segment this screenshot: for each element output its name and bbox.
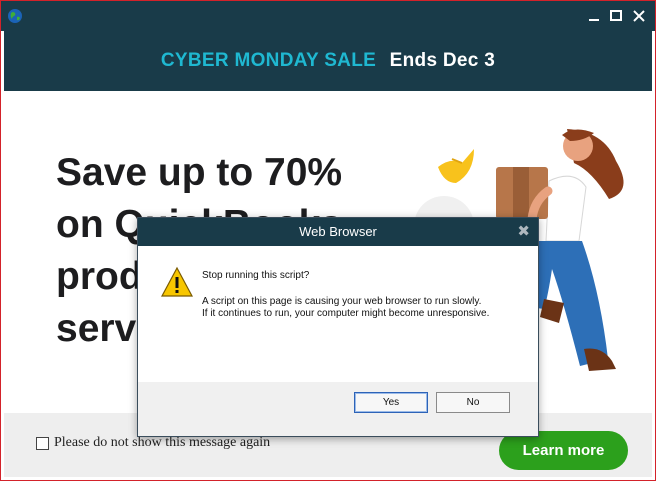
maximize-icon[interactable] bbox=[608, 8, 624, 24]
yes-button[interactable]: Yes bbox=[354, 392, 428, 413]
globe-icon bbox=[8, 9, 22, 23]
script-warning-dialog: Web Browser ✖ Stop running this script? … bbox=[137, 217, 539, 437]
minimize-icon[interactable] bbox=[586, 8, 602, 24]
dont-show-checkbox[interactable] bbox=[36, 436, 49, 450]
title-bar bbox=[1, 1, 655, 31]
dialog-body: Stop running this script? A script on th… bbox=[138, 246, 538, 382]
dialog-question: Stop running this script? bbox=[202, 270, 310, 281]
no-button[interactable]: No bbox=[436, 392, 510, 413]
warning-icon bbox=[160, 266, 194, 297]
sale-end-text: Ends Dec 3 bbox=[389, 50, 496, 71]
dialog-line-1: A script on this page is causing your we… bbox=[202, 296, 482, 307]
sale-banner: CYBER MONDAY SALE Ends Dec 3 bbox=[4, 31, 652, 91]
dialog-line-2: If it continues to run, your computer mi… bbox=[202, 308, 490, 319]
dont-show-label: Please do not show this message again bbox=[54, 435, 271, 450]
dialog-close-icon[interactable]: ✖ bbox=[517, 218, 530, 246]
bird-icon bbox=[438, 149, 474, 183]
dialog-title-bar: Web Browser ✖ bbox=[138, 218, 538, 246]
dont-show-checkbox-row[interactable]: Please do not show this message again bbox=[36, 435, 270, 451]
sale-text: CYBER MONDAY SALE bbox=[160, 50, 377, 71]
dialog-title: Web Browser bbox=[299, 224, 377, 239]
dialog-message: Stop running this script? A script on th… bbox=[202, 270, 522, 320]
close-icon[interactable] bbox=[631, 8, 647, 24]
